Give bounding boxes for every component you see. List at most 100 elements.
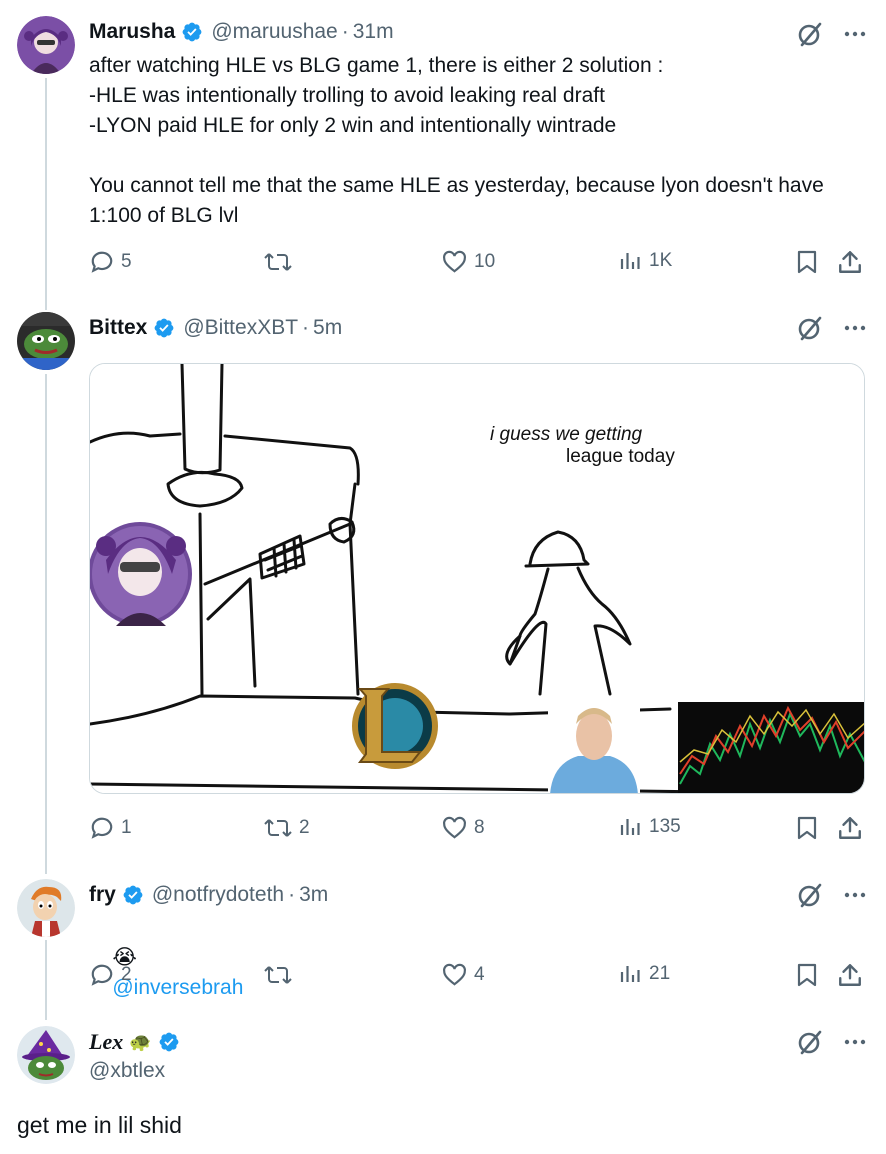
share-icon bbox=[839, 964, 861, 986]
views-button[interactable]: 135 bbox=[619, 815, 681, 839]
verified-icon bbox=[154, 318, 174, 338]
more-icon[interactable] bbox=[844, 23, 866, 45]
retweet-button[interactable]: 2 bbox=[263, 815, 310, 841]
tweet-actions: 1 2 8 135 bbox=[89, 815, 865, 843]
separator: · bbox=[341, 20, 349, 43]
tweet-top-icons bbox=[796, 881, 866, 909]
views-button[interactable]: 21 bbox=[619, 962, 670, 986]
grok-slash-icon[interactable] bbox=[796, 314, 824, 342]
tweet-top-icons bbox=[796, 314, 866, 342]
grok-slash-icon[interactable] bbox=[796, 1028, 824, 1056]
avatar[interactable] bbox=[17, 879, 75, 937]
like-button[interactable]: 8 bbox=[441, 815, 485, 841]
retweet-button[interactable] bbox=[263, 962, 299, 988]
tweet-header: Marusha @maruushae · 31m bbox=[89, 20, 394, 44]
separator: · bbox=[288, 883, 296, 906]
turtle-emoji: 🐢 bbox=[129, 1031, 152, 1052]
reply-count: 1 bbox=[121, 817, 132, 838]
views-count: 135 bbox=[649, 816, 681, 837]
timestamp[interactable]: 31m bbox=[353, 20, 394, 44]
display-name[interactable]: Marusha bbox=[89, 20, 175, 44]
avatar[interactable] bbox=[17, 1026, 75, 1084]
tweet-top-icons bbox=[796, 20, 866, 48]
thread-line bbox=[45, 940, 47, 1020]
retweet-icon bbox=[264, 819, 292, 837]
reply-icon bbox=[91, 251, 113, 273]
share-icon bbox=[839, 817, 861, 839]
retweet-icon bbox=[264, 253, 292, 271]
separator: · bbox=[302, 316, 310, 339]
reply-icon bbox=[91, 817, 113, 839]
media-caption-line-1: i guess we getting bbox=[490, 424, 643, 445]
handle[interactable]: @notfrydoteth bbox=[152, 883, 284, 907]
views-icon bbox=[620, 253, 640, 269]
timestamp[interactable]: 3m bbox=[299, 883, 328, 907]
like-button[interactable]: 4 bbox=[441, 962, 485, 988]
league-logo-image bbox=[352, 683, 438, 769]
tweet-handle-row: @xbtlex bbox=[89, 1059, 165, 1083]
reply-count: 2 bbox=[121, 964, 132, 985]
reply-button[interactable]: 2 bbox=[89, 962, 132, 988]
tweet-text: after watching HLE vs BLG game 1, there … bbox=[89, 54, 824, 227]
like-icon bbox=[443, 816, 466, 839]
verified-icon bbox=[182, 22, 202, 42]
like-button[interactable]: 10 bbox=[441, 249, 495, 275]
reply-input[interactable]: get me in lil shid bbox=[17, 1112, 182, 1139]
sticker-avatar-image bbox=[90, 522, 192, 626]
share-button[interactable] bbox=[837, 962, 863, 988]
thread-line bbox=[45, 78, 47, 310]
handle[interactable]: @maruushae bbox=[211, 20, 337, 44]
views-icon bbox=[620, 819, 640, 835]
avatar[interactable] bbox=[17, 16, 75, 74]
more-icon[interactable] bbox=[844, 884, 866, 906]
verified-icon bbox=[159, 1032, 179, 1052]
handle[interactable]: @BittexXBT bbox=[183, 316, 298, 340]
retweet-icon bbox=[264, 966, 292, 984]
like-icon bbox=[443, 250, 466, 273]
display-name[interactable]: fry bbox=[89, 883, 116, 907]
bookmark-button[interactable] bbox=[795, 962, 819, 988]
views-count: 21 bbox=[649, 963, 671, 984]
bookmark-button[interactable] bbox=[795, 815, 819, 841]
views-button[interactable]: 1K bbox=[619, 249, 672, 273]
tweet-media-image[interactable]: i guess we getting league today bbox=[89, 363, 865, 794]
bookmark-icon bbox=[797, 816, 817, 840]
bookmark-icon bbox=[797, 963, 817, 987]
tweet-actions: 2 4 21 bbox=[89, 962, 865, 990]
media-caption-line-2: league today bbox=[566, 446, 675, 467]
reply-button[interactable]: 5 bbox=[89, 249, 132, 275]
verified-icon bbox=[123, 885, 143, 905]
more-icon[interactable] bbox=[844, 317, 866, 339]
retweet-button[interactable] bbox=[263, 249, 299, 275]
share-button[interactable] bbox=[837, 815, 863, 841]
player-photo-image bbox=[548, 704, 640, 793]
more-icon[interactable] bbox=[844, 1031, 866, 1053]
like-count: 4 bbox=[474, 964, 485, 985]
trading-chart-image bbox=[678, 702, 864, 793]
views-count: 1K bbox=[649, 250, 673, 271]
tweet-header: Lex 🐢 bbox=[89, 1029, 180, 1055]
retweet-count: 2 bbox=[299, 817, 310, 838]
tweet-header: fry @notfrydoteth · 3m bbox=[89, 883, 328, 907]
like-icon bbox=[443, 963, 466, 986]
share-button[interactable] bbox=[837, 249, 863, 275]
avatar[interactable] bbox=[17, 312, 75, 370]
timestamp[interactable]: 5m bbox=[313, 316, 342, 340]
display-name[interactable]: Bittex bbox=[89, 316, 147, 340]
grok-slash-icon[interactable] bbox=[796, 881, 824, 909]
reply-count: 5 bbox=[121, 251, 132, 272]
like-count: 10 bbox=[474, 251, 496, 272]
tweet-header: Bittex @BittexXBT · 5m bbox=[89, 316, 342, 340]
share-icon bbox=[839, 251, 861, 273]
views-icon bbox=[620, 966, 640, 982]
tweet-actions: 5 10 1K bbox=[89, 249, 865, 277]
grok-slash-icon[interactable] bbox=[796, 20, 824, 48]
handle[interactable]: @xbtlex bbox=[89, 1059, 165, 1083]
reply-icon bbox=[91, 964, 113, 986]
reply-button[interactable]: 1 bbox=[89, 815, 132, 841]
thread-line bbox=[45, 374, 47, 874]
display-name[interactable]: Lex bbox=[89, 1029, 123, 1055]
bookmark-icon bbox=[797, 250, 817, 274]
bookmark-button[interactable] bbox=[795, 249, 819, 275]
like-count: 8 bbox=[474, 817, 485, 838]
